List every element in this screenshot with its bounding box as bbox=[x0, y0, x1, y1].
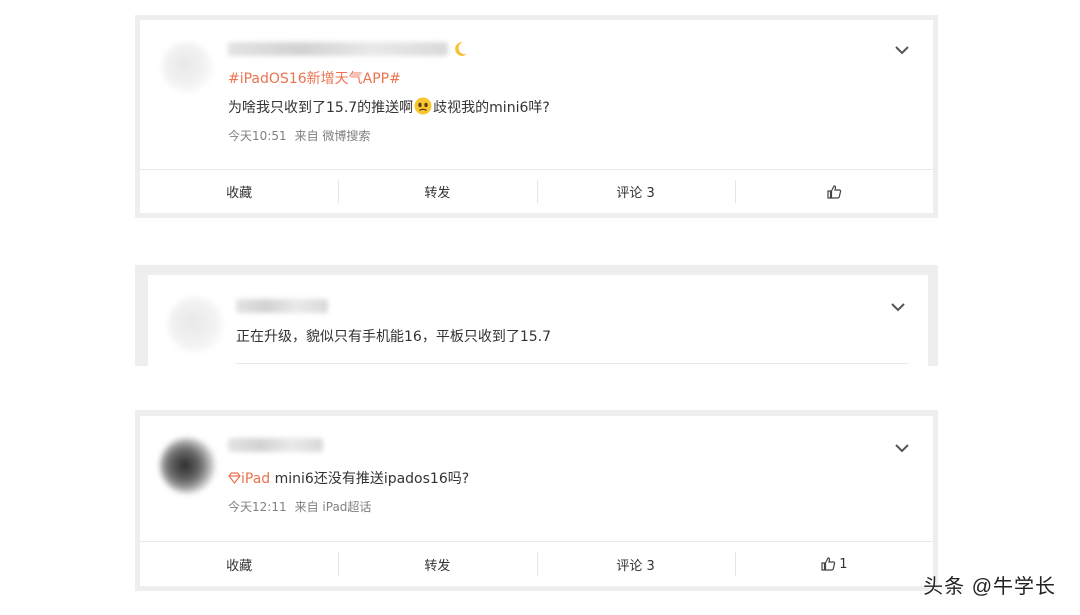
favorite-label: 收藏 bbox=[226, 186, 253, 201]
comment-button[interactable]: 评论 3 bbox=[536, 542, 735, 586]
post-text: iPad mini6还没有推送ipados16吗? bbox=[228, 468, 469, 488]
favorite-button[interactable]: 收藏 bbox=[140, 170, 338, 213]
comment-button[interactable]: 评论 3 bbox=[536, 170, 735, 213]
username[interactable] bbox=[236, 299, 328, 313]
comment-label: 评论 3 bbox=[616, 186, 655, 201]
moon-icon bbox=[455, 41, 467, 56]
topic-link[interactable]: #iPadOS16新增天气APP# bbox=[228, 68, 401, 88]
post-text-part: mini6还没有推送ipados16吗? bbox=[270, 471, 470, 487]
chevron-down-icon[interactable] bbox=[894, 443, 910, 453]
thumbs-up-icon bbox=[827, 184, 842, 199]
sad-emoji-icon bbox=[414, 97, 432, 115]
post-time[interactable]: 今天12:11 bbox=[228, 500, 287, 514]
like-button[interactable] bbox=[734, 170, 933, 213]
comment-card: 正在升级，貌似只有手机能16，平板只收到了15.7 bbox=[148, 275, 928, 366]
post-source[interactable]: 来自 微博搜索 bbox=[295, 129, 371, 143]
repost-button[interactable]: 转发 bbox=[338, 170, 536, 213]
chevron-down-icon[interactable] bbox=[890, 302, 906, 312]
post-source[interactable]: 来自 iPad超话 bbox=[295, 500, 372, 514]
repost-button[interactable]: 转发 bbox=[338, 542, 536, 586]
post-text-part: 为啥我只收到了15.7的推送啊 bbox=[228, 100, 414, 116]
comment-text: 正在升级，貌似只有手机能16，平板只收到了15.7 bbox=[236, 329, 551, 345]
topic-link[interactable]: iPad bbox=[241, 471, 270, 487]
comment-label: 评论 3 bbox=[616, 558, 655, 574]
post-meta: 今天10:51 来自 微博搜索 bbox=[228, 127, 378, 144]
repost-label: 转发 bbox=[424, 186, 451, 201]
avatar[interactable] bbox=[168, 297, 223, 352]
username[interactable] bbox=[228, 438, 323, 452]
action-bar: 收藏 转发 评论 3 1 bbox=[140, 542, 933, 586]
favorite-button[interactable]: 收藏 bbox=[140, 542, 338, 586]
post-card: iPad mini6还没有推送ipados16吗? 今天12:11 来自 iPad… bbox=[140, 416, 933, 586]
repost-label: 转发 bbox=[424, 558, 451, 574]
post-meta: 今天12:11 来自 iPad超话 bbox=[228, 498, 379, 515]
chevron-down-icon[interactable] bbox=[894, 45, 910, 55]
post-card: #iPadOS16新增天气APP# 为啥我只收到了15.7的推送啊 歧视我的mi… bbox=[140, 20, 933, 213]
thumbs-up-icon bbox=[821, 557, 836, 571]
watermark: 头条 @牛学长 bbox=[923, 576, 1056, 598]
action-bar: 收藏 转发 评论 3 bbox=[140, 170, 933, 213]
avatar[interactable] bbox=[162, 42, 212, 92]
avatar[interactable] bbox=[160, 438, 215, 493]
like-count: 1 bbox=[839, 556, 848, 572]
divider bbox=[236, 363, 908, 364]
super-topic-icon bbox=[228, 472, 241, 484]
post-text-part: 歧视我的mini6咩? bbox=[433, 100, 550, 116]
like-button[interactable]: 1 bbox=[734, 542, 933, 586]
favorite-label: 收藏 bbox=[226, 558, 253, 574]
username[interactable] bbox=[228, 42, 448, 56]
post-time[interactable]: 今天10:51 bbox=[228, 129, 287, 143]
post-text: 为啥我只收到了15.7的推送啊 歧视我的mini6咩? bbox=[228, 97, 550, 117]
